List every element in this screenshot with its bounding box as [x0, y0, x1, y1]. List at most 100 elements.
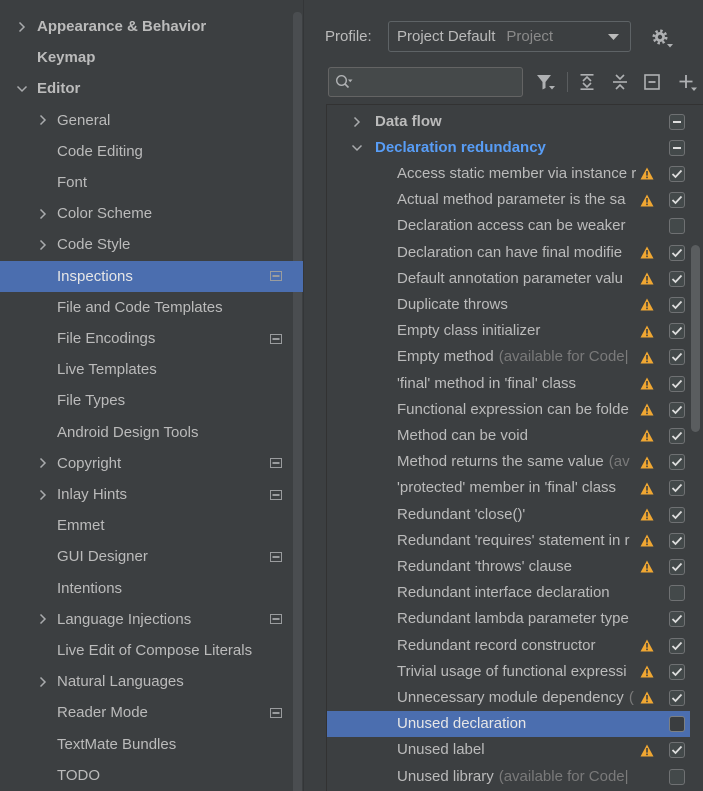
- settings-item-code-editing[interactable]: Code Editing: [0, 136, 303, 167]
- enable-checkbox[interactable]: [669, 585, 685, 602]
- inspection-row[interactable]: Unnecessary module dependency(: [327, 685, 690, 711]
- settings-item-font[interactable]: Font: [0, 167, 303, 198]
- enable-checkbox[interactable]: [669, 192, 685, 209]
- inspection-row[interactable]: Unused declaration: [327, 711, 690, 738]
- enable-checkbox[interactable]: [669, 113, 685, 130]
- inspection-row[interactable]: Unused label: [327, 737, 690, 763]
- settings-item-gui-designer[interactable]: GUI Designer: [0, 541, 303, 572]
- chevron-right-icon[interactable]: [37, 666, 49, 697]
- enable-checkbox[interactable]: [669, 323, 685, 340]
- inspection-row[interactable]: Method returns the same value (av: [327, 449, 690, 475]
- settings-item-emmet[interactable]: Emmet: [0, 510, 303, 541]
- settings-item-file-encodings[interactable]: File Encodings: [0, 323, 303, 354]
- inspection-row[interactable]: Redundant 'close()': [327, 502, 690, 528]
- inspection-group-row[interactable]: Declaration redundancy: [327, 135, 690, 161]
- inspection-row[interactable]: Declaration access can be weaker: [327, 213, 690, 239]
- collapse-all-icon[interactable]: [611, 73, 629, 91]
- chevron-right-icon[interactable]: [37, 105, 49, 136]
- enable-checkbox[interactable]: [669, 480, 685, 497]
- settings-item-keymap[interactable]: Keymap: [0, 42, 303, 73]
- expand-all-icon[interactable]: [578, 73, 596, 91]
- enable-checkbox[interactable]: [669, 663, 685, 680]
- inspection-row[interactable]: Empty method (available for Code|: [327, 344, 690, 370]
- enable-checkbox[interactable]: [669, 454, 685, 471]
- inspection-row[interactable]: Redundant 'throws' clause: [327, 554, 690, 580]
- panel-divider[interactable]: [303, 0, 304, 791]
- enable-checkbox[interactable]: [669, 165, 685, 182]
- chevron-right-icon[interactable]: [37, 198, 49, 229]
- inspection-row[interactable]: 'final' method in 'final' class: [327, 371, 690, 397]
- chevron-right-icon[interactable]: [351, 109, 363, 135]
- profile-dropdown[interactable]: Project Default Project: [388, 21, 631, 52]
- search-icon[interactable]: [335, 74, 355, 90]
- enable-checkbox[interactable]: [669, 637, 685, 654]
- chevron-right-icon[interactable]: [37, 479, 49, 510]
- enable-checkbox[interactable]: [669, 506, 685, 523]
- inspection-row[interactable]: Duplicate throws: [327, 292, 690, 318]
- enable-checkbox[interactable]: [669, 427, 685, 444]
- inspection-row[interactable]: Actual method parameter is the sa: [327, 187, 690, 213]
- filter-icon[interactable]: [536, 73, 556, 91]
- inspection-row[interactable]: Empty class initializer: [327, 318, 690, 344]
- chevron-down-icon[interactable]: [16, 73, 28, 104]
- settings-item-inspections[interactable]: Inspections: [0, 260, 303, 292]
- chevron-right-icon[interactable]: [16, 11, 28, 42]
- enable-checkbox[interactable]: [669, 611, 685, 628]
- minus-box-icon[interactable]: [644, 74, 660, 90]
- settings-item-reader-mode[interactable]: Reader Mode: [0, 697, 303, 728]
- chevron-right-icon[interactable]: [37, 229, 49, 260]
- settings-item-general[interactable]: General: [0, 105, 303, 136]
- inspection-row[interactable]: 'protected' member in 'final' class: [327, 475, 690, 501]
- inspection-row[interactable]: Trivial usage of functional expressi: [327, 659, 690, 685]
- settings-item-natural-languages[interactable]: Natural Languages: [0, 666, 303, 697]
- inspection-row[interactable]: Redundant 'requires' statement in r: [327, 528, 690, 554]
- enable-checkbox[interactable]: [669, 768, 685, 785]
- enable-checkbox[interactable]: [669, 716, 685, 733]
- enable-checkbox[interactable]: [669, 270, 685, 287]
- enable-checkbox[interactable]: [669, 244, 685, 261]
- settings-item-code-style[interactable]: Code Style: [0, 229, 303, 260]
- inspection-row[interactable]: Access static member via instance r: [327, 161, 690, 187]
- enable-checkbox[interactable]: [669, 218, 685, 235]
- enable-checkbox[interactable]: [669, 689, 685, 706]
- enable-checkbox[interactable]: [669, 532, 685, 549]
- settings-item-file-types[interactable]: File Types: [0, 385, 303, 416]
- settings-item-live-templates[interactable]: Live Templates: [0, 354, 303, 385]
- settings-item-todo[interactable]: TODO: [0, 760, 303, 791]
- inspection-group-row[interactable]: Data flow: [327, 109, 690, 135]
- dropdown-arrow-icon[interactable]: [608, 22, 619, 51]
- settings-item-android-design-tools[interactable]: Android Design Tools: [0, 417, 303, 448]
- inspection-row[interactable]: Redundant interface declaration: [327, 580, 690, 606]
- settings-item-inlay-hints[interactable]: Inlay Hints: [0, 479, 303, 510]
- inspection-row[interactable]: Redundant lambda parameter type: [327, 606, 690, 632]
- search-field[interactable]: [328, 67, 523, 97]
- inspection-row[interactable]: Method can be void: [327, 423, 690, 449]
- inspection-row[interactable]: Unused library (available for Code|: [327, 764, 690, 790]
- inspection-row[interactable]: Default annotation parameter valu: [327, 266, 690, 292]
- enable-checkbox[interactable]: [669, 296, 685, 313]
- inspection-row[interactable]: Redundant record constructor: [327, 633, 690, 659]
- settings-item-live-edit-of-compose-literals[interactable]: Live Edit of Compose Literals: [0, 635, 303, 666]
- chevron-down-icon[interactable]: [351, 135, 363, 161]
- settings-item-copyright[interactable]: Copyright: [0, 448, 303, 479]
- chevron-right-icon[interactable]: [37, 604, 49, 635]
- enable-checkbox[interactable]: [669, 139, 685, 156]
- inspection-row[interactable]: Functional expression can be folde: [327, 397, 690, 423]
- enable-checkbox[interactable]: [669, 349, 685, 366]
- enable-checkbox[interactable]: [669, 401, 685, 418]
- enable-checkbox[interactable]: [669, 742, 685, 759]
- settings-item-file-and-code-templates[interactable]: File and Code Templates: [0, 292, 303, 323]
- settings-item-color-scheme[interactable]: Color Scheme: [0, 198, 303, 229]
- plus-icon[interactable]: [679, 74, 697, 92]
- gear-icon[interactable]: [652, 29, 674, 49]
- enable-checkbox[interactable]: [669, 375, 685, 392]
- settings-item-language-injections[interactable]: Language Injections: [0, 604, 303, 635]
- search-input[interactable]: [357, 70, 517, 94]
- settings-item-editor[interactable]: Editor: [0, 73, 303, 104]
- inspection-row[interactable]: Declaration can have final modifie: [327, 240, 690, 266]
- settings-item-appearance-behavior[interactable]: Appearance & Behavior: [0, 11, 303, 42]
- settings-item-intentions[interactable]: Intentions: [0, 573, 303, 604]
- inspection-tree-scrollbar[interactable]: [691, 245, 700, 432]
- settings-item-textmate-bundles[interactable]: TextMate Bundles: [0, 729, 303, 760]
- chevron-right-icon[interactable]: [37, 448, 49, 479]
